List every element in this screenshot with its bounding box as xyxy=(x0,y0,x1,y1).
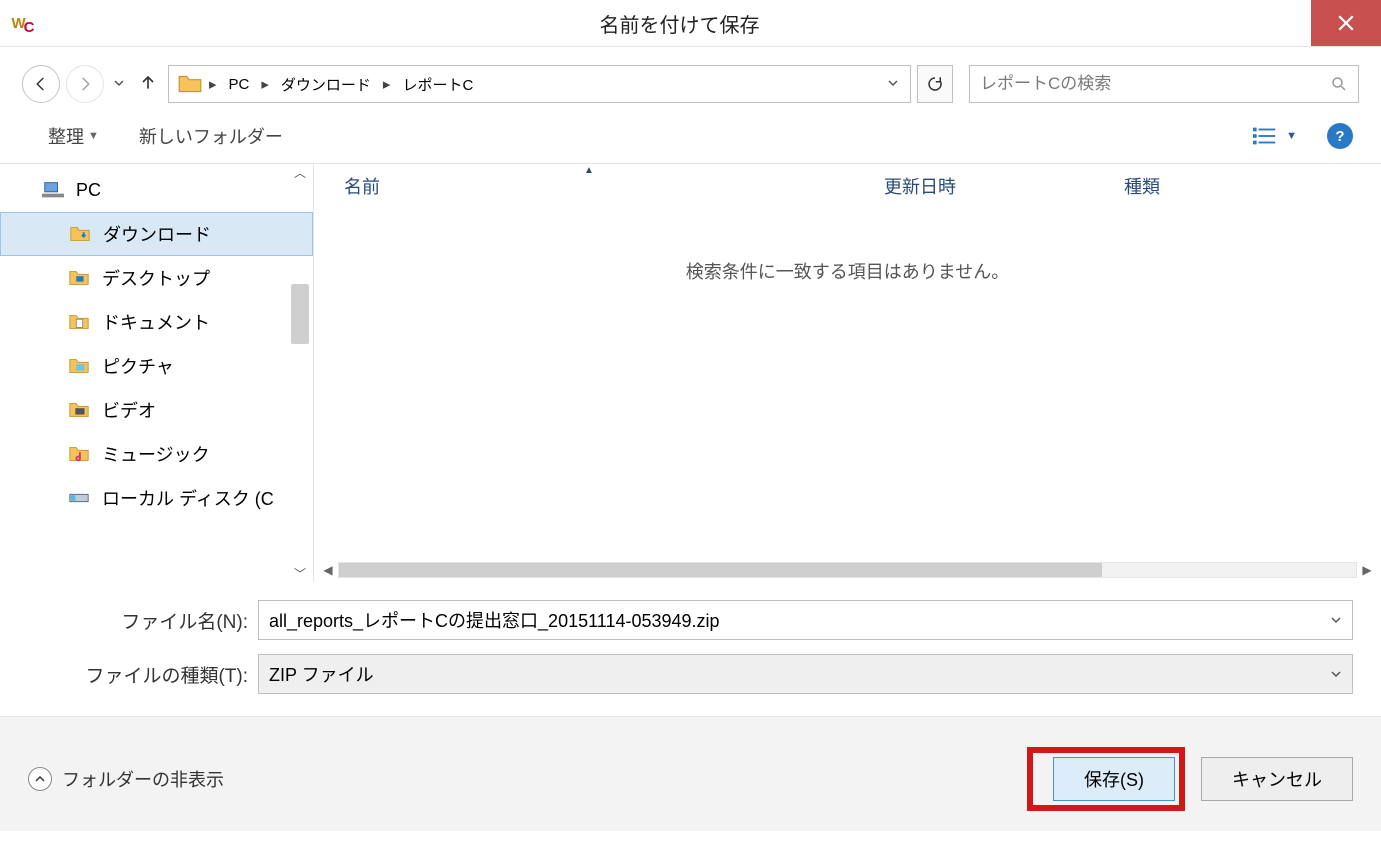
tree-label: ダウンロード xyxy=(103,221,211,247)
music-folder-icon xyxy=(66,443,92,465)
window-title: 名前を付けて保存 xyxy=(48,9,1311,38)
forward-button[interactable] xyxy=(66,65,104,103)
save-button-highlight: 保存(S) xyxy=(1027,747,1185,811)
filename-input[interactable] xyxy=(269,610,1330,631)
desktop-folder-icon xyxy=(66,267,92,289)
breadcrumb-reportc[interactable]: レポートC xyxy=(392,74,483,95)
help-icon: ? xyxy=(1335,128,1344,145)
pictures-folder-icon xyxy=(66,355,92,377)
tree-node-desktop[interactable]: デスクトップ xyxy=(0,256,313,300)
documents-folder-icon xyxy=(66,311,92,333)
hide-folders-link[interactable]: フォルダーの非表示 xyxy=(28,766,224,792)
breadcrumb-downloads[interactable]: ダウンロード xyxy=(271,74,381,95)
close-button[interactable] xyxy=(1311,0,1381,46)
view-button[interactable]: ▼ xyxy=(1252,125,1297,147)
collapse-icon xyxy=(28,767,52,791)
details-view-icon xyxy=(1252,125,1278,147)
tree-label: ピクチャ xyxy=(102,353,174,379)
refresh-button[interactable] xyxy=(917,65,953,103)
filetype-dropdown[interactable] xyxy=(1330,664,1342,685)
tree-node-downloads[interactable]: ダウンロード xyxy=(0,212,313,256)
tree-node-music[interactable]: ミュージック xyxy=(0,432,313,476)
tree-label: ローカル ディスク (C xyxy=(102,485,274,511)
column-type-label: 種類 xyxy=(1124,173,1160,199)
cancel-button[interactable]: キャンセル xyxy=(1201,757,1353,801)
column-type[interactable]: 種類 xyxy=(1124,173,1160,199)
new-folder-button[interactable]: 新しいフォルダー xyxy=(139,123,283,149)
tree-label: ミュージック xyxy=(102,441,210,467)
scroll-right-arrow[interactable]: ▶ xyxy=(1357,563,1377,577)
hide-folders-label: フォルダーの非表示 xyxy=(62,766,224,792)
history-dropdown[interactable] xyxy=(110,76,128,93)
filetype-value: ZIP ファイル xyxy=(269,661,374,687)
pc-icon xyxy=(40,179,66,201)
organize-button[interactable]: 整理 ▼ xyxy=(48,123,99,149)
search-input[interactable] xyxy=(980,74,1330,94)
address-bar[interactable]: ▸ PC ▸ ダウンロード ▸ レポートC xyxy=(168,65,911,103)
help-button[interactable]: ? xyxy=(1327,123,1353,149)
address-dropdown[interactable] xyxy=(880,76,906,93)
filetype-label: ファイルの種類(T): xyxy=(28,661,258,688)
organize-label: 整理 xyxy=(48,123,84,149)
chevron-right-icon: ▸ xyxy=(381,75,393,93)
scroll-down-arrow[interactable]: ﹀ xyxy=(287,565,313,582)
chevron-down-icon: ▼ xyxy=(1286,130,1297,142)
folder-icon xyxy=(177,71,203,97)
chevron-down-icon: ▼ xyxy=(88,130,99,142)
search-icon xyxy=(1330,75,1348,93)
scrollbar-thumb[interactable] xyxy=(339,563,1102,577)
search-box[interactable] xyxy=(969,65,1359,103)
tree-node-pictures[interactable]: ピクチャ xyxy=(0,344,313,388)
tree-label: ビデオ xyxy=(102,397,156,423)
empty-message: 検索条件に一致する項目はありません。 xyxy=(314,258,1381,284)
column-name[interactable]: 名前 ▲ xyxy=(344,173,884,199)
scroll-up-arrow[interactable]: ︿ xyxy=(287,164,313,181)
downloads-folder-icon xyxy=(67,223,93,245)
tree-label: ドキュメント xyxy=(102,309,210,335)
new-folder-label: 新しいフォルダー xyxy=(139,123,283,149)
breadcrumb-pc[interactable]: PC xyxy=(219,76,260,93)
tree-node-pc[interactable]: PC xyxy=(0,168,313,212)
chevron-right-icon: ▸ xyxy=(207,75,219,93)
tree-node-documents[interactable]: ドキュメント xyxy=(0,300,313,344)
up-button[interactable] xyxy=(134,72,162,96)
filename-label: ファイル名(N): xyxy=(28,607,258,634)
scroll-left-arrow[interactable]: ◀ xyxy=(318,563,338,577)
folder-tree[interactable]: ︿ PC ダウンロード デスクトップ ドキュメント ピクチャ xyxy=(0,164,314,582)
filename-dropdown[interactable] xyxy=(1330,610,1342,631)
sidebar-scrollbar-thumb[interactable] xyxy=(291,284,309,344)
tree-node-localdisk[interactable]: ローカル ディスク (C xyxy=(0,476,313,520)
sort-indicator-icon: ▲ xyxy=(584,165,594,176)
app-icon: WC xyxy=(0,15,48,32)
tree-label: PC xyxy=(76,180,101,201)
column-modified[interactable]: 更新日時 xyxy=(884,173,1124,199)
column-modified-label: 更新日時 xyxy=(884,173,956,199)
tree-node-videos[interactable]: ビデオ xyxy=(0,388,313,432)
filename-combo[interactable] xyxy=(258,600,1353,640)
videos-folder-icon xyxy=(66,399,92,421)
drive-icon xyxy=(66,487,92,509)
filetype-combo[interactable]: ZIP ファイル xyxy=(258,654,1353,694)
scrollbar-track[interactable] xyxy=(338,562,1357,578)
tree-label: デスクトップ xyxy=(102,265,210,291)
back-button[interactable] xyxy=(22,65,60,103)
save-button[interactable]: 保存(S) xyxy=(1053,757,1175,801)
horizontal-scrollbar[interactable]: ◀ ▶ xyxy=(314,558,1381,582)
chevron-right-icon: ▸ xyxy=(259,75,271,93)
column-name-label: 名前 xyxy=(344,173,380,199)
